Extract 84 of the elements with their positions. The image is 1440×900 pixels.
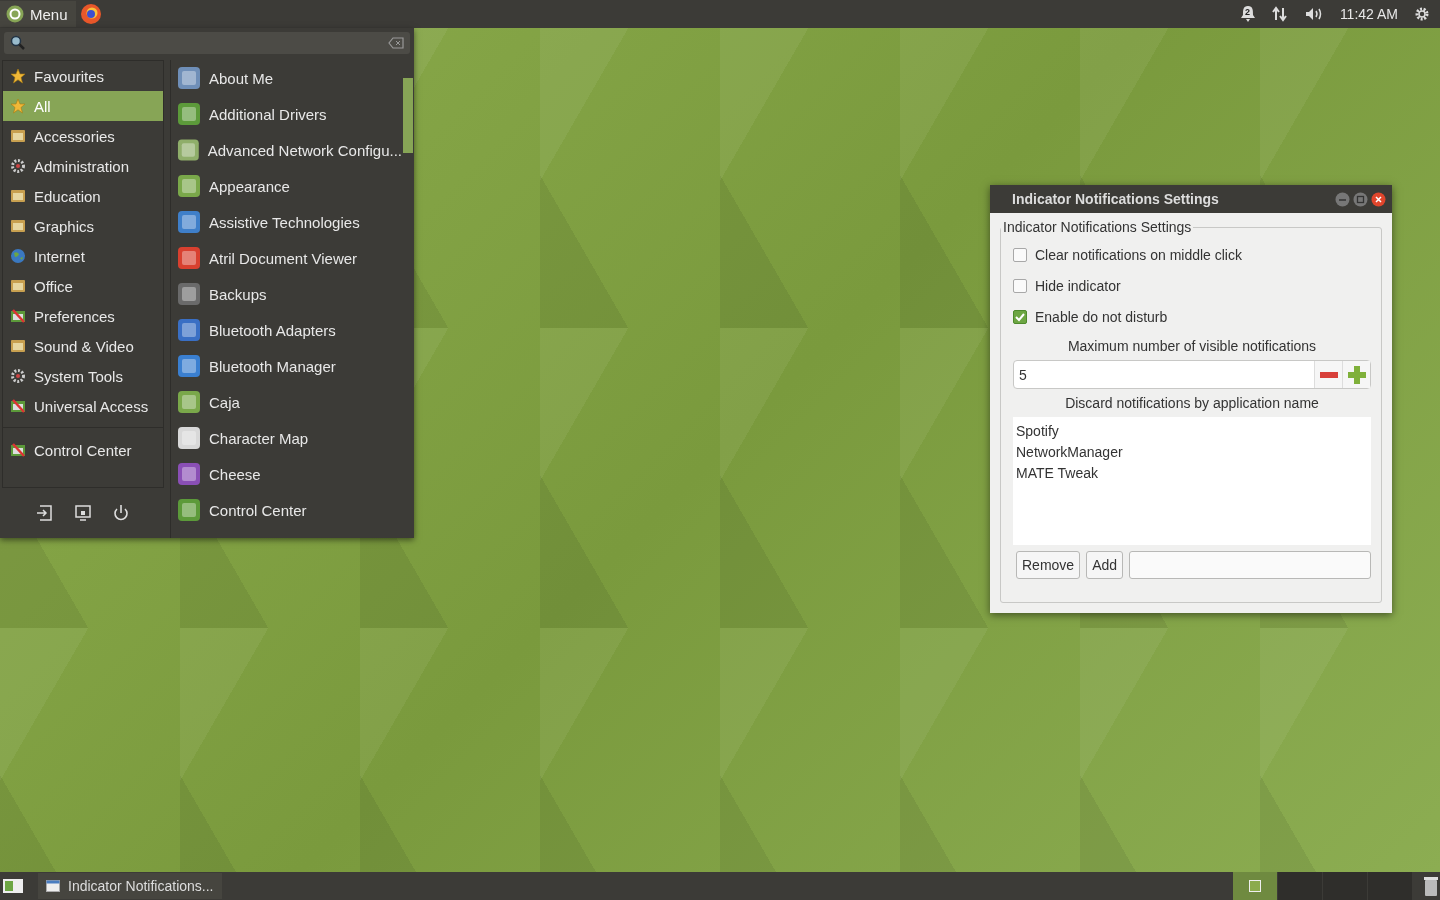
dialog-button[interactable]: Add [1086, 551, 1124, 579]
folder-icon [10, 218, 26, 234]
logo-icon [6, 5, 24, 23]
menu-button[interactable]: Menu [0, 1, 76, 27]
category-item[interactable]: Education [3, 181, 163, 211]
notification-count: 2 [1244, 8, 1250, 17]
close-icon[interactable] [1371, 191, 1386, 207]
search-icon [10, 35, 26, 51]
settings-icon[interactable] [1414, 6, 1430, 22]
plus-icon [1347, 365, 1366, 384]
increment-button[interactable] [1342, 361, 1370, 388]
input-field[interactable] [1129, 551, 1371, 579]
network-arrows-icon[interactable] [1271, 6, 1288, 22]
clear-icon [388, 37, 404, 49]
app-item[interactable]: Cheese [171, 456, 402, 492]
folder-icon [10, 128, 26, 144]
trash-icon[interactable] [1422, 875, 1440, 897]
category-item[interactable]: Preferences [3, 301, 163, 331]
app-item[interactable]: Assistive Technologies [171, 204, 402, 240]
notification-indicator[interactable]: 2 [1239, 5, 1256, 23]
app-item[interactable]: Character Map [171, 420, 402, 456]
decrement-button[interactable] [1314, 361, 1342, 388]
app-item[interactable]: Additional Drivers [171, 96, 402, 132]
checkbox[interactable] [1013, 309, 1027, 324]
logout-icon[interactable] [36, 504, 54, 522]
gear-icon [10, 368, 26, 384]
minimize-icon[interactable] [1335, 191, 1350, 207]
category-item[interactable]: System Tools [3, 361, 163, 391]
checkbox-option[interactable]: Enable do not disturb [1013, 301, 1371, 332]
category-item[interactable]: Internet [3, 241, 163, 271]
number-spinner[interactable]: 5 [1013, 360, 1371, 389]
window-thumbnail [1249, 880, 1261, 892]
folder-icon [10, 278, 26, 294]
volume-icon[interactable] [1303, 6, 1324, 22]
app-item[interactable]: Control Center [171, 492, 402, 528]
list-item[interactable]: Spotify [1016, 423, 1368, 444]
category-item[interactable]: Graphics [3, 211, 163, 241]
category-item[interactable]: Favourites [3, 61, 163, 91]
checkbox[interactable] [1013, 278, 1027, 293]
tool-icon [10, 398, 26, 414]
field-label: Maximum number of visible notifications [1066, 338, 1318, 354]
list-item[interactable]: MATE Tweak [1016, 465, 1368, 486]
folder-icon [10, 338, 26, 354]
checkbox[interactable] [1013, 247, 1027, 262]
folder-icon [10, 188, 26, 204]
dialog-button[interactable]: Remove [1016, 551, 1081, 579]
star-icon [10, 98, 26, 114]
category-item[interactable]: Office [3, 271, 163, 301]
window-icon [46, 880, 60, 892]
taskbar-button[interactable]: Indicator Notifications... [38, 873, 222, 899]
list-item[interactable]: NetworkManager [1016, 444, 1368, 465]
browser-icon[interactable] [79, 3, 102, 25]
minus-icon [1319, 371, 1338, 378]
field-label: Discard notifications by application name [1064, 395, 1320, 411]
category-item[interactable]: Accessories [3, 121, 163, 151]
workspace[interactable] [1232, 872, 1277, 900]
app-item[interactable]: Advanced Network Configu... [171, 132, 402, 168]
category-item[interactable]: Administration [3, 151, 163, 181]
category-item[interactable]: Universal Access [3, 391, 163, 421]
window-title: Indicator Notifications Settings [1012, 191, 1220, 207]
places-item[interactable]: Control Center [3, 435, 163, 465]
category-item[interactable]: Sound & Video [3, 331, 163, 361]
search-field[interactable] [4, 32, 410, 54]
tool-icon [10, 442, 26, 458]
tool-icon [10, 308, 26, 324]
app-item[interactable]: Atril Document Viewer [171, 240, 402, 276]
power-icon[interactable] [112, 504, 130, 522]
show-desktop-icon[interactable] [2, 877, 24, 895]
scrollbar-thumb[interactable] [403, 78, 413, 153]
app-item[interactable]: About Me [171, 60, 402, 96]
globe-icon [10, 248, 26, 264]
checkbox-option[interactable]: Clear notifications on middle click [1013, 239, 1371, 270]
bell-icon [1239, 5, 1256, 23]
app-item[interactable]: Backups [171, 276, 402, 312]
star-icon [10, 68, 26, 84]
app-item[interactable]: Appearance [171, 168, 402, 204]
app-item[interactable]: Bluetooth Adapters [171, 312, 402, 348]
checkbox-option[interactable]: Hide indicator [1013, 270, 1371, 301]
app-item[interactable]: Bluetooth Manager [171, 348, 402, 384]
lock-screen-icon[interactable] [74, 504, 92, 522]
frame-label: Indicator Notifications Settings [1002, 219, 1193, 235]
gear-icon [10, 158, 26, 174]
app-item[interactable]: Caja [171, 384, 402, 420]
clock[interactable]: 11:42 AM [1339, 6, 1398, 22]
